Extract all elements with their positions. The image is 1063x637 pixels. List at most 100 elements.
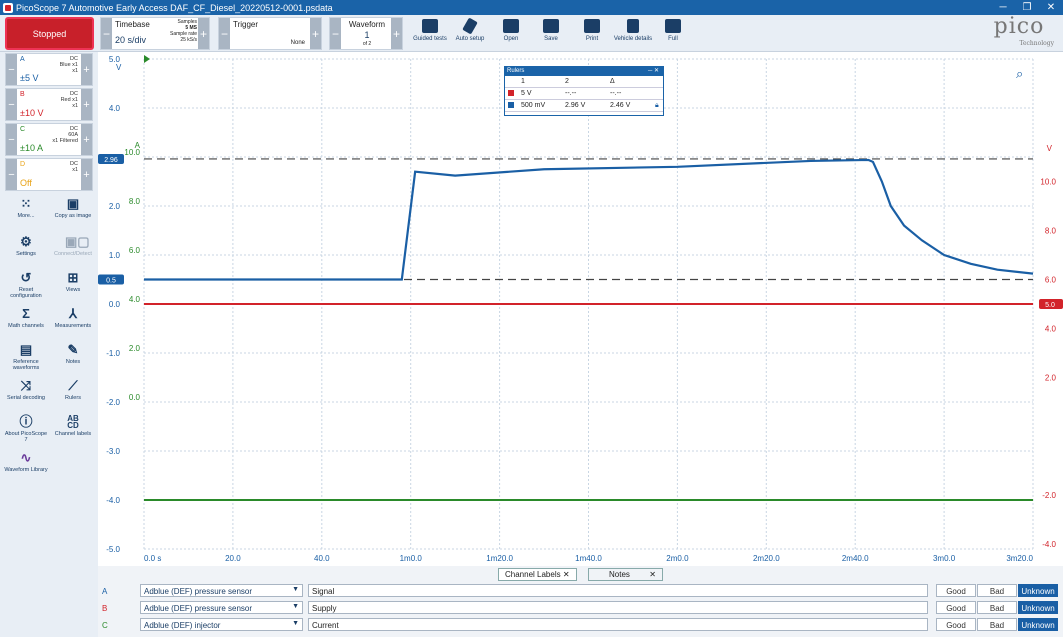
row-c-bad-button[interactable]: Bad: [977, 618, 1017, 631]
measurements-label: Measurements: [54, 323, 92, 329]
row-a-sensor-select[interactable]: Adblue (DEF) pressure sensor ▼: [140, 584, 303, 597]
connect-detect-button[interactable]: ▣▢ Connect/Detect: [50, 235, 96, 258]
channel-c-extra: x1 Filtered: [52, 138, 78, 144]
axis-a-tick: 4.0: [109, 104, 121, 113]
channel-a-plus-button[interactable]: +: [81, 54, 92, 85]
timebase-minus-button[interactable]: −: [101, 18, 112, 49]
channel-d-minus-button[interactable]: −: [6, 159, 17, 190]
reference-waveforms-button[interactable]: ▤ Reference waveforms: [3, 342, 49, 372]
restore-icon[interactable]: ❐: [1015, 2, 1039, 13]
row-a-good-button[interactable]: Good: [936, 584, 976, 597]
axis-a-tick: -1.0: [106, 349, 120, 358]
channel-c-plus-button[interactable]: +: [81, 124, 92, 155]
full-label: Full: [668, 36, 678, 42]
scope-svg[interactable]: V5.04.03.02.01.00.0-1.0-2.0-3.0-4.0-5.0A…: [98, 52, 1063, 566]
rulers-b-delta: --.--: [610, 90, 622, 97]
lock-icon[interactable]: 🔒︎: [655, 102, 659, 110]
trigger-value[interactable]: None: [291, 40, 305, 46]
pico-logo: pico Technology: [980, 14, 1058, 50]
channel-a-minus-button[interactable]: −: [6, 54, 17, 85]
sample-rate-value: 25 kS/s: [180, 37, 197, 43]
row-b-unknown-button[interactable]: Unknown: [1018, 601, 1058, 614]
trigger-plus-button[interactable]: +: [310, 18, 321, 49]
rulers-button[interactable]: ⟋ Rulers: [50, 379, 96, 402]
math-channels-button[interactable]: Σ Math channels: [3, 306, 49, 330]
channel-c-letter: C: [20, 126, 26, 133]
channel-d-range[interactable]: Off: [20, 178, 32, 188]
chart-icon: ▤: [19, 342, 33, 357]
open-button[interactable]: Open: [490, 17, 532, 50]
vehicle-details-label: Vehicle details: [613, 36, 653, 42]
more-button[interactable]: ⁙ More...: [3, 197, 49, 220]
tab-channel-labels-label: Channel Labels: [505, 570, 561, 579]
row-c-note-field[interactable]: Current: [308, 618, 928, 631]
row-a-unknown-button[interactable]: Unknown: [1018, 584, 1058, 597]
minimize-icon[interactable]: ─: [991, 2, 1015, 13]
tab-close-icon[interactable]: ✕: [563, 570, 570, 579]
notes-button[interactable]: ✎ Notes: [50, 343, 96, 366]
trigger-minus-button[interactable]: −: [219, 18, 230, 49]
timebase-plus-button[interactable]: +: [198, 18, 209, 49]
row-b-good-button[interactable]: Good: [936, 601, 976, 614]
row-a-bad-button[interactable]: Bad: [977, 584, 1017, 597]
rulers-header: Rulers ─ ✕: [505, 67, 663, 76]
row-b-sensor-select[interactable]: Adblue (DEF) pressure sensor ▼: [140, 601, 303, 614]
channel-labels-button[interactable]: AB CD Channel labels: [50, 415, 96, 438]
row-b-bad-button[interactable]: Bad: [977, 601, 1017, 614]
axis-c-tick: 2.0: [129, 344, 141, 353]
measurements-button[interactable]: ⅄ Measurements: [50, 307, 96, 330]
row-c-unknown-button[interactable]: Unknown: [1018, 618, 1058, 631]
x-tick: 2m40.0: [842, 554, 869, 563]
about-button[interactable]: ⓘ About PicoScope 7: [3, 415, 49, 444]
axis-a-unit: V: [116, 63, 122, 72]
waveform-number[interactable]: 1: [342, 30, 392, 40]
channel-b-extra: x1: [72, 103, 78, 109]
row-c-good-button[interactable]: Good: [936, 618, 976, 631]
channel-c-minus-button[interactable]: −: [6, 124, 17, 155]
views-button[interactable]: ⊞ Views: [50, 271, 96, 294]
timebase-value[interactable]: 20 s/div: [115, 35, 146, 45]
row-c-sensor-select[interactable]: Adblue (DEF) injector ▼: [140, 618, 303, 631]
close-icon[interactable]: ✕: [1039, 2, 1063, 13]
vehicle-details-button[interactable]: Vehicle details: [612, 17, 654, 50]
channel-b-plus-button[interactable]: +: [81, 89, 92, 120]
settings-button[interactable]: ⚙ Settings: [3, 235, 49, 258]
print-button[interactable]: Print: [571, 17, 613, 50]
row-b-letter: B: [102, 604, 108, 613]
copy-image-button[interactable]: ▣ Copy as image: [50, 196, 96, 220]
waveform-prev-button[interactable]: −: [330, 18, 341, 49]
tab-notes[interactable]: Notes ✕: [588, 568, 663, 581]
rulers-panel[interactable]: Rulers ─ ✕ 1 2 Δ 5 V --.-- --.-- 500 mV 2…: [504, 66, 664, 116]
channel-c-info: DC 60A x1 Filtered: [52, 126, 78, 144]
serial-decoding-button[interactable]: ⤨ Serial decoding: [3, 379, 49, 402]
channel-a-range[interactable]: ±5 V: [20, 73, 38, 83]
sigma-icon: Σ: [22, 306, 30, 321]
rulers-close-icon[interactable]: ─ ✕: [648, 67, 659, 76]
channel-b-range[interactable]: ±10 V: [20, 108, 43, 118]
guided-tests-button[interactable]: Guided tests: [409, 17, 451, 50]
tab-channel-labels[interactable]: Channel Labels ✕: [498, 568, 577, 581]
channel-c-range[interactable]: ±10 A: [20, 143, 43, 153]
scope-plot[interactable]: V5.04.03.02.01.00.0-1.0-2.0-3.0-4.0-5.0A…: [98, 52, 1063, 566]
row-b-note-field[interactable]: Supply: [308, 601, 928, 614]
save-button[interactable]: Save: [530, 17, 572, 50]
auto-setup-button[interactable]: Auto setup: [449, 17, 491, 50]
stop-button[interactable]: Stopped: [5, 17, 94, 50]
channel-b-minus-button[interactable]: −: [6, 89, 17, 120]
zoom-icon[interactable]: ⌕: [1016, 66, 1023, 82]
full-screen-button[interactable]: Full: [652, 17, 694, 50]
waveform-library-button[interactable]: ∿ Waveform Library: [3, 451, 49, 474]
waveform-next-button[interactable]: +: [391, 18, 402, 49]
axis-b-tick: -4.0: [1042, 540, 1056, 549]
rulers-header-row: 1 2 Δ: [505, 76, 663, 88]
axis-a-tick: 0.0: [109, 300, 121, 309]
channel-d-plus-button[interactable]: +: [81, 159, 92, 190]
image-icon: ▣: [66, 196, 80, 211]
tab-notes-close-icon[interactable]: ✕: [649, 570, 656, 579]
settings-label: Settings: [16, 251, 36, 257]
logo-sub: Technology: [1019, 40, 1054, 47]
row-a-note-field[interactable]: Signal: [308, 584, 928, 597]
reset-config-button[interactable]: ↺ Reset configuration: [3, 271, 49, 300]
print-icon: [584, 19, 600, 33]
rulers-a-range: 500 mV: [521, 102, 546, 109]
